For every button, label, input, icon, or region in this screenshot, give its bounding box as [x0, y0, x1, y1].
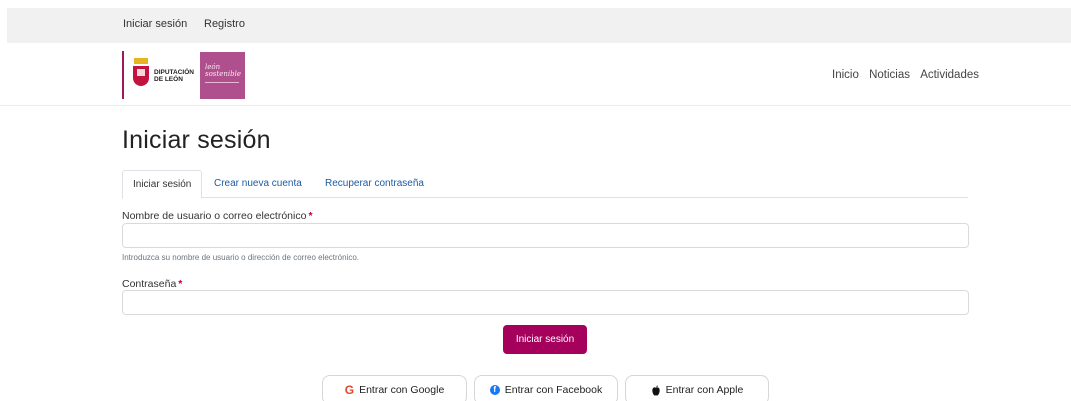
- tab-crear-cuenta[interactable]: Crear nueva cuenta: [204, 170, 312, 198]
- password-label: Contraseña *: [122, 278, 182, 290]
- username-label: Nombre de usuario o correo electrónico *: [122, 210, 313, 222]
- google-icon: G: [344, 383, 355, 397]
- dip-line-1: DIPUTACIÓN: [154, 69, 194, 76]
- leon-line-2: sostenible: [205, 70, 241, 78]
- apple-icon: [652, 384, 660, 396]
- login-tabs: Iniciar sesión Crear nueva cuenta Recupe…: [122, 170, 968, 199]
- password-label-text: Contraseña: [122, 278, 177, 290]
- page-title: Iniciar sesión: [122, 126, 271, 154]
- tab-recuperar-contrasena[interactable]: Recuperar contraseña: [315, 170, 434, 198]
- leon-sostenible-logo[interactable]: león sostenible: [200, 52, 245, 99]
- facebook-icon: f: [489, 385, 500, 395]
- required-mark: *: [308, 210, 313, 222]
- username-help-text: Introduzca su nombre de usuario o direcc…: [122, 253, 360, 262]
- username-label-text: Nombre de usuario o correo electrónico: [122, 210, 307, 222]
- apple-login-label: Entrar con Apple: [665, 384, 744, 396]
- password-input[interactable]: [122, 290, 969, 315]
- nav-item-noticias[interactable]: Noticias: [869, 69, 910, 81]
- username-input[interactable]: [122, 223, 969, 248]
- required-mark: *: [178, 278, 183, 290]
- dip-line-2: DE LEÓN: [154, 76, 183, 83]
- facebook-login-button[interactable]: f Entrar con Facebook: [474, 375, 618, 401]
- nav-item-actividades[interactable]: Actividades: [920, 69, 979, 81]
- facebook-login-label: Entrar con Facebook: [504, 384, 603, 396]
- leon-logo-text: león sostenible: [205, 64, 241, 78]
- top-user-bar: Iniciar sesión Registro: [7, 8, 1071, 43]
- google-login-label: Entrar con Google: [359, 384, 445, 396]
- top-register-link[interactable]: Registro: [204, 18, 245, 30]
- google-login-button[interactable]: G Entrar con Google: [322, 375, 467, 401]
- site-header: DIPUTACIÓN DE LEÓN león sostenible Inici…: [0, 43, 1071, 106]
- leon-logo-rule: [205, 82, 239, 83]
- nav-item-inicio[interactable]: Inicio: [832, 69, 859, 81]
- apple-login-button[interactable]: Entrar con Apple: [625, 375, 769, 401]
- main-nav: Inicio Noticias Actividades: [825, 69, 979, 81]
- tab-iniciar-sesion[interactable]: Iniciar sesión: [122, 170, 203, 199]
- diputacion-logo-text: DIPUTACIÓN DE LEÓN: [154, 69, 194, 83]
- login-submit-button[interactable]: Iniciar sesión: [503, 325, 587, 354]
- top-login-link[interactable]: Iniciar sesión: [123, 18, 187, 30]
- diputacion-logo[interactable]: DIPUTACIÓN DE LEÓN: [122, 51, 198, 99]
- coat-of-arms-icon: [133, 58, 149, 86]
